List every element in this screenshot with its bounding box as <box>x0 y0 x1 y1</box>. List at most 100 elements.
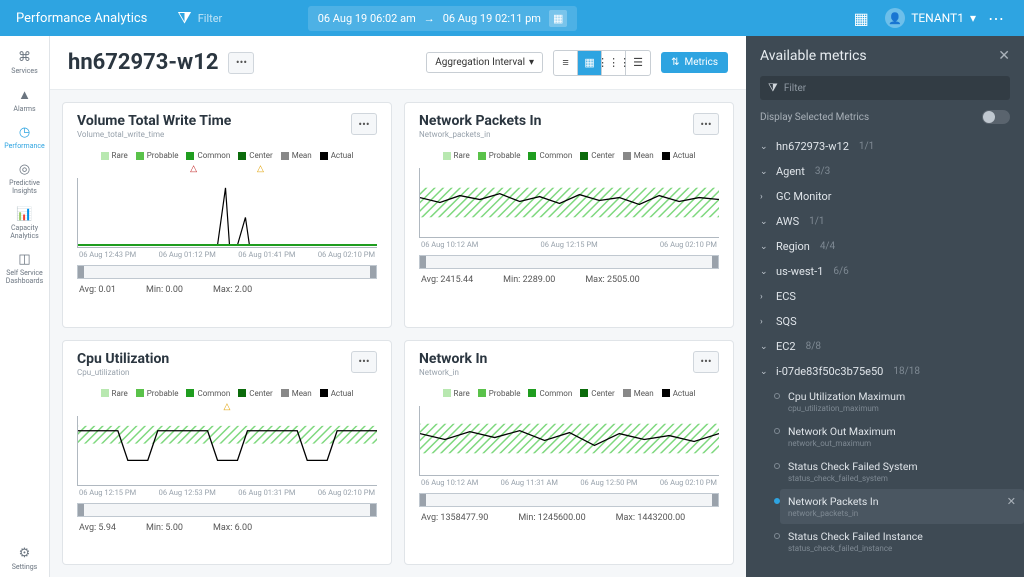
chevron-down-icon: ⌄ <box>760 242 770 252</box>
metric-item-status-check-failed-system[interactable]: Status Check Failed Systemstatus_check_f… <box>788 454 1024 489</box>
services-icon: ⌘ <box>18 50 31 65</box>
card-title: Network Packets In <box>419 113 693 129</box>
chevron-right-icon: › <box>760 292 770 302</box>
date-range-picker[interactable]: 06 Aug 19 06:02 am → 06 Aug 19 02:11 pm … <box>308 6 578 31</box>
close-icon[interactable]: ✕ <box>998 48 1010 64</box>
view-list-button[interactable]: ≡ <box>554 51 578 75</box>
date-to: 06 Aug 19 02:11 pm <box>443 12 541 25</box>
tree-node-sqs[interactable]: ›SQS <box>746 309 1024 334</box>
warning-marker-icon: △ <box>224 402 231 412</box>
metric-card-volume-total-write-time: Volume Total Write TimeVolume_total_writ… <box>62 102 392 328</box>
predictive-icon: ◎ <box>19 162 30 177</box>
chevron-right-icon: › <box>760 192 770 202</box>
apps-grid-icon[interactable]: ▦ <box>849 6 873 30</box>
card-more-button[interactable]: ••• <box>693 113 719 135</box>
arrow-right-icon: → <box>424 12 435 25</box>
display-selected-toggle[interactable] <box>982 110 1010 124</box>
card-more-button[interactable]: ••• <box>351 351 377 373</box>
nav-performance[interactable]: ◷Performance <box>0 119 49 156</box>
chevron-down-icon: ⌄ <box>760 167 770 177</box>
stats-row: Avg: 0.01Min: 0.00Max: 2.00 <box>77 285 377 295</box>
chevron-down-icon: ⌄ <box>760 142 770 152</box>
tree-node-us-west-1[interactable]: ⌄us-west-16/6 <box>746 259 1024 284</box>
stats-row: Avg: 2415.44Min: 2289.00Max: 2505.00 <box>419 275 719 285</box>
top-bar: Performance Analytics ⧩ 06 Aug 19 06:02 … <box>0 0 1024 36</box>
minimap-scrubber[interactable] <box>77 503 377 517</box>
calendar-icon: ▦ <box>549 10 567 27</box>
card-subtitle: Volume_total_write_time <box>77 130 351 139</box>
card-subtitle: Cpu_utilization <box>77 368 351 377</box>
warning-marker-icon: △ <box>190 164 197 174</box>
warning-marker-icon: △ <box>257 164 264 174</box>
top-filter[interactable]: ⧩ <box>177 8 277 28</box>
metric-item-status-check-failed-instance[interactable]: Status Check Failed Instancestatus_check… <box>788 524 1024 559</box>
view-rows-button[interactable]: ☰ <box>626 51 650 75</box>
chart-area[interactable] <box>77 416 377 486</box>
view-grid-small-button[interactable]: ⋮⋮⋮ <box>602 51 626 75</box>
card-title: Volume Total Write Time <box>77 113 351 129</box>
metric-card-cpu-utilization: Cpu UtilizationCpu_utilization••• RarePr… <box>62 340 392 566</box>
minimap-scrubber[interactable] <box>419 255 719 269</box>
tenant-name: TENANT1 <box>911 11 964 25</box>
chevron-down-icon: ⌄ <box>760 267 770 277</box>
user-avatar-icon: 👤 <box>885 8 905 28</box>
metric-item-network-out-maximum[interactable]: Network Out Maximumnetwork_out_maximum <box>788 419 1024 454</box>
tenant-menu[interactable]: 👤 TENANT1 ▾ <box>885 8 976 28</box>
chart-area[interactable] <box>77 178 377 248</box>
card-more-button[interactable]: ••• <box>351 113 377 135</box>
gear-icon: ⚙ <box>19 546 31 561</box>
card-more-button[interactable]: ••• <box>693 351 719 373</box>
app-title: Performance Analytics <box>16 11 147 26</box>
tree-node-ec2[interactable]: ⌄EC28/8 <box>746 334 1024 359</box>
x-axis-ticks: 06 Aug 12:15 PM06 Aug 12:53 PM06 Aug 01:… <box>77 488 377 497</box>
panel-title: Available metrics <box>760 48 867 64</box>
overflow-menu-icon[interactable]: ⋯ <box>984 6 1008 30</box>
performance-icon: ◷ <box>19 125 30 140</box>
capacity-icon: 📊 <box>16 207 32 222</box>
tree-node-host[interactable]: ⌄hn672973-w121/1 <box>746 134 1024 159</box>
chevron-down-icon: ▾ <box>529 57 534 68</box>
nav-self-service-dashboards[interactable]: ◫Self Service Dashboards <box>0 246 49 291</box>
tree-node-aws[interactable]: ⌄AWS1/1 <box>746 209 1024 234</box>
chevron-right-icon: › <box>760 317 770 327</box>
chevron-down-icon: ⌄ <box>760 367 770 377</box>
stats-row: Avg: 5.94Min: 5.00Max: 6.00 <box>77 523 377 533</box>
chevron-down-icon: ⌄ <box>760 217 770 227</box>
top-filter-input[interactable] <box>198 12 278 25</box>
nav-settings[interactable]: ⚙Settings <box>0 540 49 577</box>
title-bar: hn672973-w12 ••• Aggregation Interval▾ ≡… <box>50 36 746 90</box>
stats-row: Avg: 1358477.90Min: 1245600.00Max: 14432… <box>419 513 719 523</box>
nav-services[interactable]: ⌘Services <box>0 44 49 81</box>
tree-node-agent[interactable]: ⌄Agent3/3 <box>746 159 1024 184</box>
tree-node-instance[interactable]: ⌄i-07de83f50c3b75e5018/18 <box>746 359 1024 384</box>
minimap-scrubber[interactable] <box>77 265 377 279</box>
tree-node-ecs[interactable]: ›ECS <box>746 284 1024 309</box>
dashboards-icon: ◫ <box>18 252 30 267</box>
metric-card-network-in: Network InNetwork_in••• RareProbableComm… <box>404 340 734 566</box>
metric-item-network-packets-in[interactable]: Network Packets Innetwork_packets_in✕ <box>780 489 1024 524</box>
chevron-down-icon: ▾ <box>970 11 976 25</box>
title-more-button[interactable]: ••• <box>228 52 254 74</box>
metrics-filter[interactable]: ⧩ <box>760 76 1010 100</box>
minimap-scrubber[interactable] <box>419 493 719 507</box>
tree-node-region[interactable]: ⌄Region4/4 <box>746 234 1024 259</box>
nav-predictive-insights[interactable]: ◎Predictive Insights <box>0 156 49 201</box>
metric-item-cpu-utilization-maximum[interactable]: Cpu Utilization Maximumcpu_utilization_m… <box>788 384 1024 419</box>
metrics-button[interactable]: ⇅Metrics <box>661 52 728 73</box>
nav-alarms[interactable]: ▲Alarms <box>0 81 49 119</box>
date-from: 06 Aug 19 06:02 am <box>318 12 416 25</box>
left-sidebar: ⌘Services ▲Alarms ◷Performance ◎Predicti… <box>0 36 50 577</box>
nav-capacity-analytics[interactable]: 📊Capacity Analytics <box>0 201 49 246</box>
view-toggle-group: ≡ ▦ ⋮⋮⋮ ☰ <box>553 50 651 76</box>
chart-area[interactable] <box>419 168 719 238</box>
card-title: Network In <box>419 351 693 367</box>
chart-legend: RareProbableCommonCenterMeanActual <box>419 389 719 398</box>
aggregation-interval-dropdown[interactable]: Aggregation Interval▾ <box>426 52 543 73</box>
tree-node-gc-monitor[interactable]: ›GC Monitor <box>746 184 1024 209</box>
remove-metric-icon[interactable]: ✕ <box>1007 495 1016 508</box>
chart-area[interactable] <box>419 406 719 476</box>
metrics-filter-input[interactable] <box>784 83 1002 94</box>
metrics-tree: ⌄hn672973-w121/1 ⌄Agent3/3 ›GC Monitor ⌄… <box>746 134 1024 577</box>
x-axis-ticks: 06 Aug 10:12 AM06 Aug 11:31 AM06 Aug 12:… <box>419 478 719 487</box>
host-title: hn672973-w12 <box>68 50 218 75</box>
